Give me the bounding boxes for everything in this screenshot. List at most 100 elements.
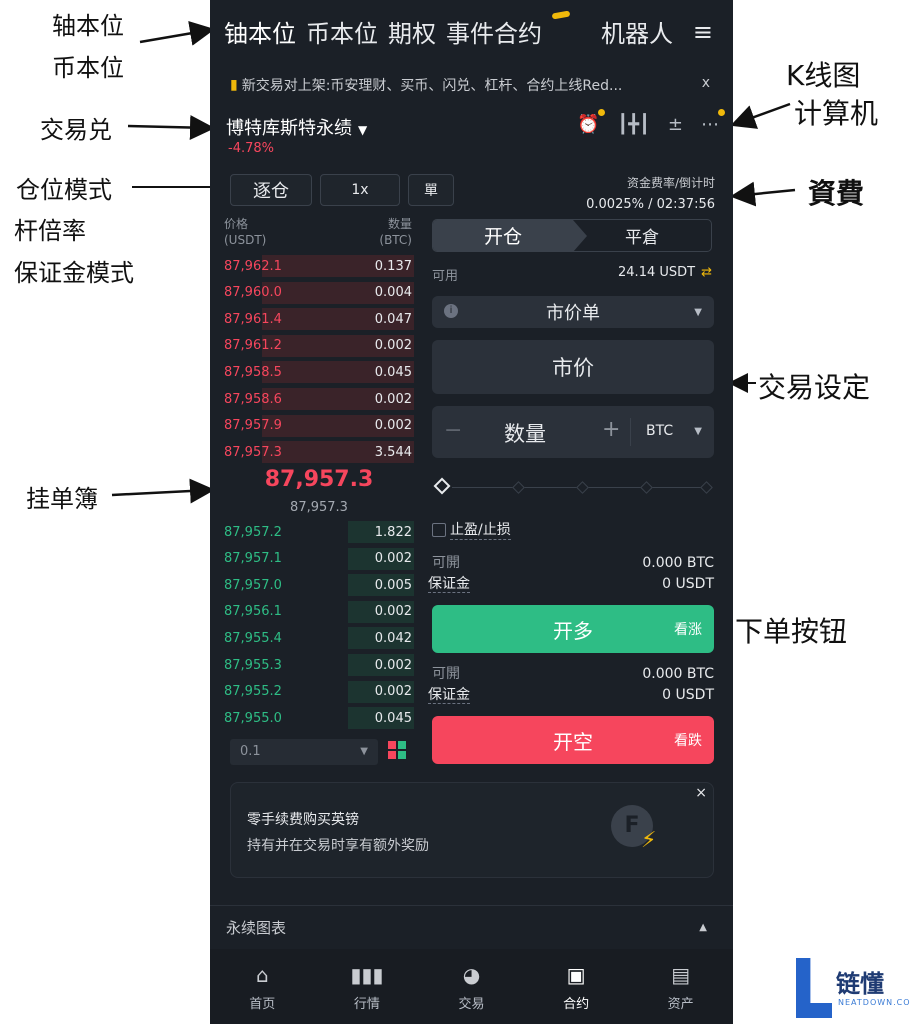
- tab-close[interactable]: 平倉: [573, 220, 711, 251]
- open-short-button[interactable]: 开空 看跌: [432, 716, 714, 764]
- row-qty: 0.045: [374, 364, 412, 380]
- nav-trade[interactable]: ◕ 交易: [419, 949, 524, 1024]
- slider-handle[interactable]: [433, 477, 451, 495]
- orderbook-row[interactable]: 87,957.3 3.544: [224, 439, 414, 465]
- candlestick-icon[interactable]: ┃╋┃: [617, 114, 650, 135]
- nav-futures[interactable]: ▣ 合约: [524, 949, 629, 1024]
- nav-assets[interactable]: ▤ 资产: [628, 949, 733, 1024]
- tpsl-checkbox[interactable]: [432, 522, 446, 537]
- tab-open[interactable]: 开仓: [433, 220, 587, 251]
- orderbook-row[interactable]: 87,957.9 0.002: [224, 413, 414, 439]
- row-price: 87,957.1: [224, 551, 282, 567]
- available-value: 24.14 USDT: [618, 265, 696, 280]
- precision-select[interactable]: 0.1 ▼: [230, 739, 378, 765]
- market-icon: ▮▮▮: [350, 963, 384, 987]
- row-price: 87,960.0: [224, 285, 282, 301]
- row-qty: 3.544: [374, 444, 412, 460]
- transfer-icon[interactable]: ⇄: [701, 265, 712, 280]
- row-price: 87,957.0: [224, 577, 282, 593]
- orderbook-row[interactable]: 87,955.0 0.045: [224, 705, 414, 731]
- tab-coin-margined[interactable]: 铀本位: [224, 14, 296, 49]
- caret-down-icon: ▼: [358, 123, 368, 137]
- orderbook-row[interactable]: 87,960.0 0.004: [224, 280, 414, 306]
- orderbook-header: 价格 (USDT) 数量 (BTC): [224, 216, 414, 248]
- row-qty: 0.002: [374, 657, 412, 673]
- open-close-switch: 开仓 平倉: [432, 219, 712, 252]
- arrow-pair: [127, 115, 215, 141]
- long-info: 可開 0.000 BTC 保证金 0 USDT: [428, 553, 714, 595]
- orderbook-row[interactable]: 87,957.1 0.002: [224, 546, 414, 572]
- long-open-label: 可開: [432, 555, 460, 571]
- decrease-icon[interactable]: −: [444, 418, 462, 443]
- calculator-icon[interactable]: ±: [668, 114, 683, 135]
- price-input[interactable]: 市价: [432, 340, 714, 394]
- nav-markets[interactable]: ▮▮▮ 行情: [315, 949, 420, 1024]
- orderbook-row[interactable]: 87,962.1 0.137: [224, 253, 414, 279]
- pair-name: 博特库斯特永绩: [226, 118, 352, 139]
- slider-tick[interactable]: [512, 481, 525, 494]
- orderbook-row[interactable]: 87,955.3 0.002: [224, 652, 414, 678]
- lightning-icon: ⚡: [641, 828, 657, 853]
- short-margin-value: 0 USDT: [662, 687, 714, 703]
- qty-header: 数量: [387, 217, 412, 231]
- tab-options[interactable]: 期权: [388, 14, 436, 49]
- info-icon[interactable]: i: [444, 304, 458, 318]
- tab-event-contracts[interactable]: 事件合约: [446, 14, 542, 49]
- leverage-button[interactable]: 1x: [320, 174, 400, 206]
- row-price: 87,955.0: [224, 710, 282, 726]
- long-side-label: 看涨: [674, 622, 702, 638]
- orderbook-row[interactable]: 87,958.5 0.045: [224, 359, 414, 385]
- long-margin-label: 保证金: [428, 576, 470, 593]
- quantity-stepper[interactable]: − 数量 + BTC ▼: [432, 406, 714, 458]
- open-long-button[interactable]: 开多 看涨: [432, 605, 714, 653]
- last-price[interactable]: 87,957.3: [224, 467, 414, 492]
- orderbook-row[interactable]: 87,957.2 1.822: [224, 519, 414, 545]
- tab-usdt-margined[interactable]: 币本位: [306, 14, 378, 49]
- alert-icon[interactable]: ⏰: [577, 109, 606, 135]
- slider-tick[interactable]: [640, 481, 653, 494]
- orderbook-row[interactable]: 87,961.2 0.002: [224, 333, 414, 359]
- arrow-orderbook: [111, 478, 215, 504]
- pair-selector[interactable]: 博特库斯特永绩 ▼: [226, 114, 367, 140]
- arrow-coin-margined: [139, 21, 215, 46]
- qty-unit-select[interactable]: BTC: [646, 423, 673, 439]
- position-mode-button[interactable]: 單: [408, 174, 454, 206]
- orderbook-layout-icon[interactable]: [388, 741, 406, 759]
- margin-mode-button[interactable]: 逐仓: [230, 174, 312, 206]
- promo-close-icon[interactable]: ×: [695, 785, 707, 801]
- wallet-icon: ▤: [671, 963, 691, 987]
- orderbook-row[interactable]: 87,958.6 0.002: [224, 386, 414, 412]
- caret-down-icon: ▼: [694, 306, 702, 318]
- row-price: 87,957.9: [224, 418, 282, 434]
- arrow-funding: [730, 181, 796, 207]
- increase-icon[interactable]: +: [602, 417, 620, 442]
- orderbook-row[interactable]: 87,957.0 0.005: [224, 572, 414, 598]
- tpsl-toggle[interactable]: 止盈/止损: [432, 519, 511, 540]
- announcement-banner[interactable]: ▮ 新交易对上架:币安理财、买币、闪兑、杠杆、合约上线Red... x: [230, 75, 710, 95]
- order-type-select[interactable]: i 市价单 ▼: [432, 296, 714, 328]
- quantity-slider[interactable]: [433, 477, 713, 496]
- menu-icon[interactable]: ≡: [693, 18, 713, 46]
- orderbook-row[interactable]: 87,961.4 0.047: [224, 306, 414, 332]
- precision-value: 0.1: [240, 744, 261, 759]
- nav-label: 首页: [249, 997, 276, 1012]
- tab-robot[interactable]: 机器人: [601, 14, 673, 49]
- quantity-input[interactable]: 数量: [504, 418, 546, 448]
- row-qty: 0.045: [374, 710, 412, 726]
- orderbook-row[interactable]: 87,955.4 0.042: [224, 625, 414, 651]
- more-icon[interactable]: ⋯: [701, 109, 725, 135]
- promo-card[interactable]: 零手续费购买英镑 持有并在交易时享有额外奖励 × F ⚡: [230, 782, 714, 878]
- orderbook-row[interactable]: 87,955.2 0.002: [224, 679, 414, 705]
- row-qty: 0.002: [374, 391, 412, 407]
- chart-section-toggle[interactable]: 永续图表 ▲: [210, 905, 733, 949]
- row-qty: 0.137: [374, 258, 412, 274]
- orderbook-row[interactable]: 87,956.1 0.002: [224, 599, 414, 625]
- slider-tick[interactable]: [700, 481, 713, 494]
- divider: [630, 418, 631, 446]
- announcement-close-icon[interactable]: x: [702, 75, 710, 91]
- slider-tick[interactable]: [576, 481, 589, 494]
- row-qty: 0.005: [374, 577, 412, 593]
- row-qty: 0.002: [374, 418, 412, 434]
- trade-icon: ◕: [462, 963, 481, 987]
- nav-home[interactable]: ⌂ 首页: [210, 949, 315, 1024]
